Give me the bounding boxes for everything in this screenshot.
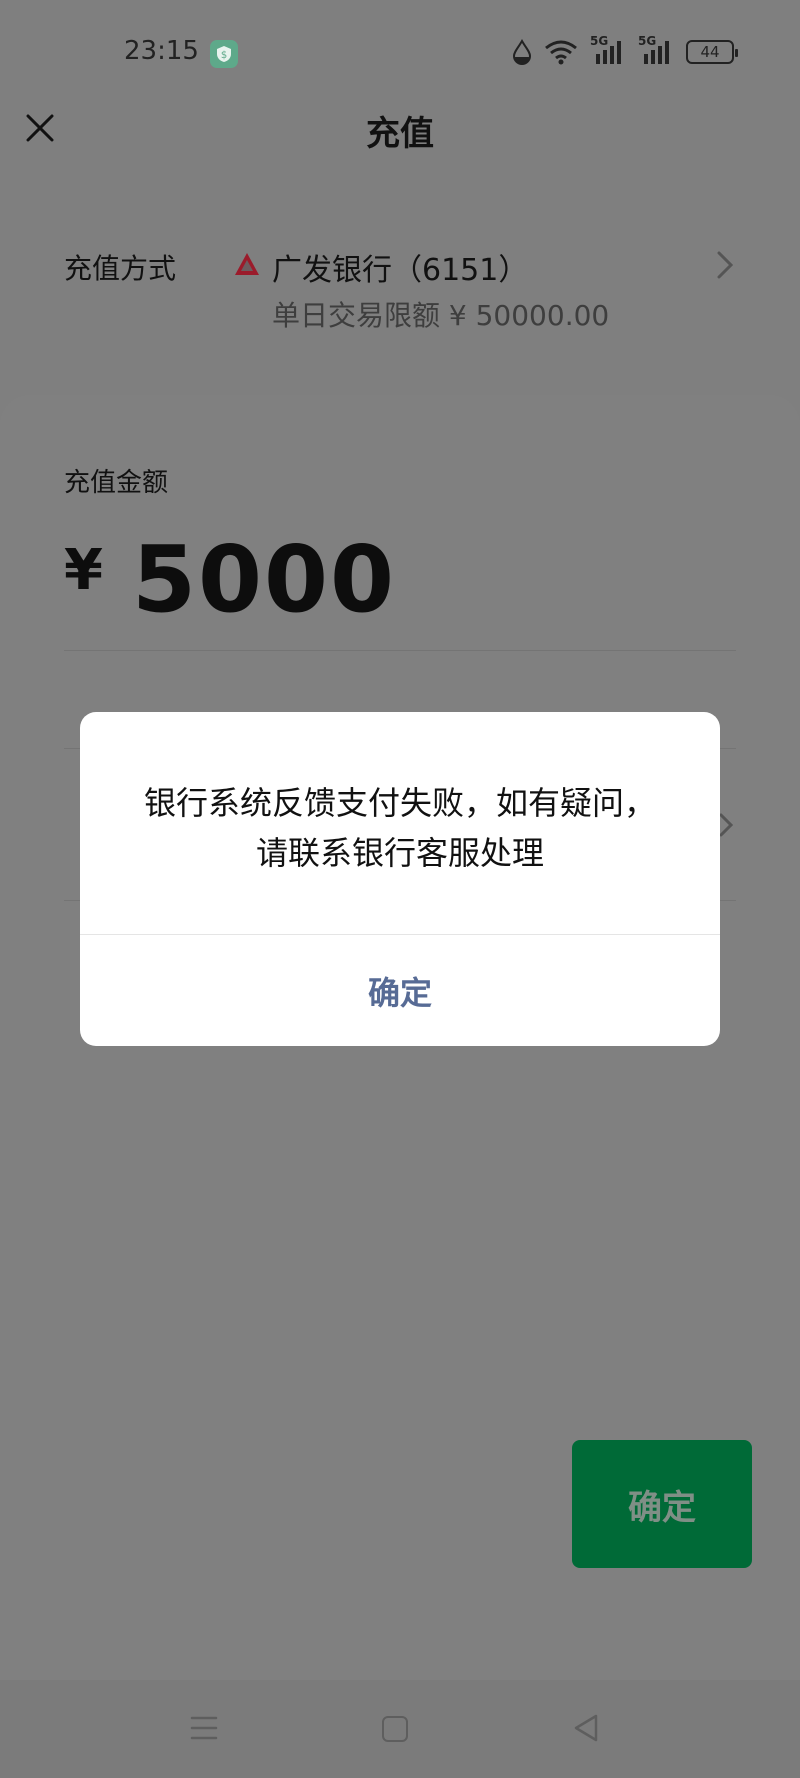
svg-text:$: $ [221, 50, 227, 61]
dialog-message: 银行系统反馈支付失败，如有疑问，请联系银行客服处理 [143, 784, 656, 872]
bank-limit-text: 单日交易限额 ¥ 50000.00 [272, 299, 610, 332]
bank-logo-icon [235, 253, 259, 275]
home-icon[interactable] [382, 1716, 408, 1742]
menu-icon[interactable] [190, 1714, 218, 1742]
shield-dollar-icon: $ [210, 40, 238, 68]
amount-input[interactable]: 5000 [132, 526, 396, 633]
currency-symbol: ¥ [64, 538, 103, 603]
error-dialog: 银行系统反馈支付失败，如有疑问，请联系银行客服处理 确定 [80, 712, 720, 1046]
signal-5g-icon-2: 5G [638, 34, 674, 66]
chevron-right-icon [719, 813, 734, 837]
back-icon[interactable] [572, 1712, 600, 1744]
dialog-confirm-button[interactable]: 确定 [80, 935, 720, 1046]
status-time: 23:15 [124, 36, 199, 66]
page-title: 充值 [366, 114, 434, 154]
status-bar: 23:15 $ 5G 5G 44 [0, 0, 800, 100]
signal-5g-icon-1: 5G [590, 34, 626, 66]
status-indicators: 5G 5G 44 [512, 34, 738, 66]
battery-level: 44 [700, 43, 720, 61]
chevron-right-icon [717, 251, 734, 279]
amount-label: 充值金额 [64, 468, 169, 498]
wifi-icon [545, 40, 577, 65]
battery-indicator: 44 [686, 40, 738, 64]
bank-name: 广发银行（6151） [272, 253, 529, 288]
confirm-button[interactable]: 确定 [572, 1440, 752, 1568]
drop-icon [512, 39, 532, 65]
recharge-method-label: 充值方式 [64, 252, 177, 285]
amount-divider [64, 650, 736, 651]
recharge-screen: 23:15 $ 5G 5G 44 充值 充值方式 广发银行（6151） 单日交易… [0, 0, 800, 1778]
